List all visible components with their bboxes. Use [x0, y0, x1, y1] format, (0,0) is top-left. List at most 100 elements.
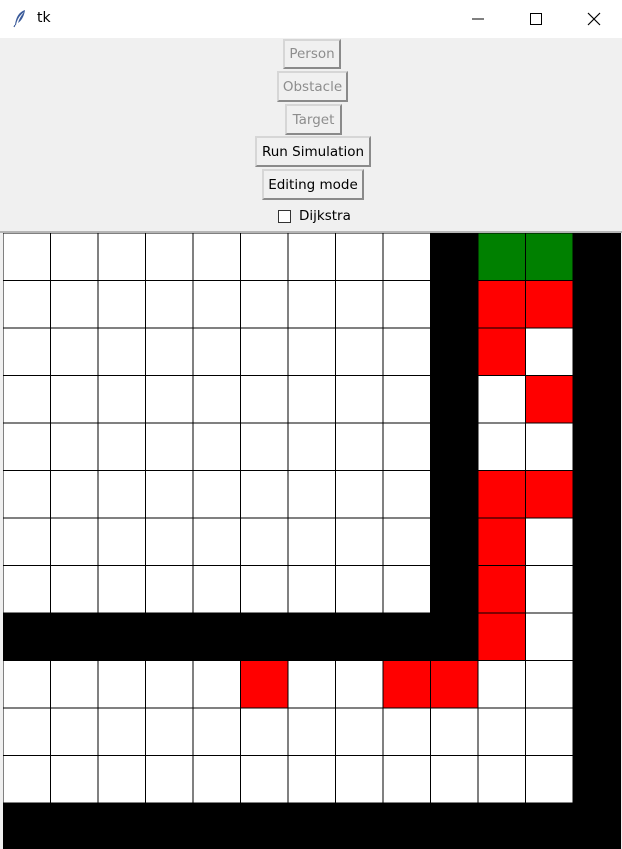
empty-cell[interactable] — [145, 755, 194, 804]
close-button[interactable] — [565, 0, 622, 38]
obstacle-cell[interactable] — [287, 612, 336, 661]
empty-cell[interactable] — [525, 565, 574, 614]
empty-cell[interactable] — [97, 707, 146, 756]
target-cell[interactable] — [525, 233, 574, 281]
empty-cell[interactable] — [145, 660, 194, 709]
obstacle-cell[interactable] — [335, 802, 384, 849]
empty-cell[interactable] — [97, 755, 146, 804]
obstacle-cell[interactable] — [430, 233, 479, 281]
empty-cell[interactable] — [50, 327, 99, 376]
empty-cell[interactable] — [430, 755, 479, 804]
empty-cell[interactable] — [3, 470, 51, 519]
obstacle-cell[interactable] — [382, 612, 431, 661]
empty-cell[interactable] — [287, 422, 336, 471]
empty-cell[interactable] — [382, 233, 431, 281]
empty-cell[interactable] — [97, 233, 146, 281]
obstacle-cell[interactable] — [430, 470, 479, 519]
empty-cell[interactable] — [192, 233, 241, 281]
empty-cell[interactable] — [240, 422, 289, 471]
person-cell[interactable] — [525, 375, 574, 424]
empty-cell[interactable] — [145, 517, 194, 566]
empty-cell[interactable] — [97, 422, 146, 471]
editing-mode-button[interactable]: Editing mode — [262, 169, 364, 200]
obstacle-cell[interactable] — [572, 422, 621, 471]
empty-cell[interactable] — [3, 422, 51, 471]
empty-cell[interactable] — [240, 517, 289, 566]
empty-cell[interactable] — [3, 327, 51, 376]
obstacle-cell[interactable] — [525, 802, 574, 849]
empty-cell[interactable] — [287, 470, 336, 519]
obstacle-button[interactable]: Obstacle — [277, 71, 348, 102]
dijkstra-checkbox-row[interactable]: Dijkstra — [278, 207, 351, 225]
empty-cell[interactable] — [3, 755, 51, 804]
empty-cell[interactable] — [192, 375, 241, 424]
empty-cell[interactable] — [382, 707, 431, 756]
empty-cell[interactable] — [240, 280, 289, 329]
empty-cell[interactable] — [145, 422, 194, 471]
empty-cell[interactable] — [50, 565, 99, 614]
obstacle-cell[interactable] — [572, 565, 621, 614]
obstacle-cell[interactable] — [3, 802, 51, 849]
empty-cell[interactable] — [525, 612, 574, 661]
empty-cell[interactable] — [240, 707, 289, 756]
obstacle-cell[interactable] — [572, 233, 621, 281]
obstacle-cell[interactable] — [430, 375, 479, 424]
obstacle-cell[interactable] — [3, 612, 51, 661]
empty-cell[interactable] — [287, 707, 336, 756]
obstacle-cell[interactable] — [335, 612, 384, 661]
run-simulation-button[interactable]: Run Simulation — [255, 136, 371, 167]
person-cell[interactable] — [382, 660, 431, 709]
empty-cell[interactable] — [3, 565, 51, 614]
empty-cell[interactable] — [3, 280, 51, 329]
empty-cell[interactable] — [382, 327, 431, 376]
person-button[interactable]: Person — [283, 39, 341, 69]
empty-cell[interactable] — [240, 470, 289, 519]
empty-cell[interactable] — [145, 327, 194, 376]
empty-cell[interactable] — [287, 375, 336, 424]
empty-cell[interactable] — [335, 517, 384, 566]
empty-cell[interactable] — [50, 517, 99, 566]
empty-cell[interactable] — [50, 470, 99, 519]
empty-cell[interactable] — [477, 375, 526, 424]
empty-cell[interactable] — [287, 660, 336, 709]
empty-cell[interactable] — [477, 755, 526, 804]
obstacle-cell[interactable] — [430, 422, 479, 471]
obstacle-cell[interactable] — [50, 802, 99, 849]
empty-cell[interactable] — [97, 375, 146, 424]
minimize-button[interactable] — [449, 0, 507, 38]
empty-cell[interactable] — [287, 565, 336, 614]
empty-cell[interactable] — [430, 707, 479, 756]
empty-cell[interactable] — [287, 233, 336, 281]
obstacle-cell[interactable] — [192, 802, 241, 849]
empty-cell[interactable] — [145, 565, 194, 614]
empty-cell[interactable] — [192, 707, 241, 756]
empty-cell[interactable] — [335, 233, 384, 281]
person-cell[interactable] — [240, 660, 289, 709]
empty-cell[interactable] — [382, 755, 431, 804]
empty-cell[interactable] — [50, 422, 99, 471]
empty-cell[interactable] — [192, 327, 241, 376]
obstacle-cell[interactable] — [572, 517, 621, 566]
empty-cell[interactable] — [335, 565, 384, 614]
empty-cell[interactable] — [477, 660, 526, 709]
empty-cell[interactable] — [335, 327, 384, 376]
empty-cell[interactable] — [287, 280, 336, 329]
empty-cell[interactable] — [525, 517, 574, 566]
empty-cell[interactable] — [192, 565, 241, 614]
obstacle-cell[interactable] — [240, 612, 289, 661]
empty-cell[interactable] — [97, 660, 146, 709]
target-button[interactable]: Target — [285, 104, 342, 135]
empty-cell[interactable] — [50, 755, 99, 804]
empty-cell[interactable] — [335, 375, 384, 424]
person-cell[interactable] — [477, 470, 526, 519]
obstacle-cell[interactable] — [382, 802, 431, 849]
obstacle-cell[interactable] — [572, 612, 621, 661]
obstacle-cell[interactable] — [145, 802, 194, 849]
empty-cell[interactable] — [97, 565, 146, 614]
obstacle-cell[interactable] — [240, 802, 289, 849]
grid[interactable] — [3, 233, 622, 849]
empty-cell[interactable] — [525, 755, 574, 804]
empty-cell[interactable] — [382, 280, 431, 329]
empty-cell[interactable] — [3, 233, 51, 281]
empty-cell[interactable] — [145, 375, 194, 424]
